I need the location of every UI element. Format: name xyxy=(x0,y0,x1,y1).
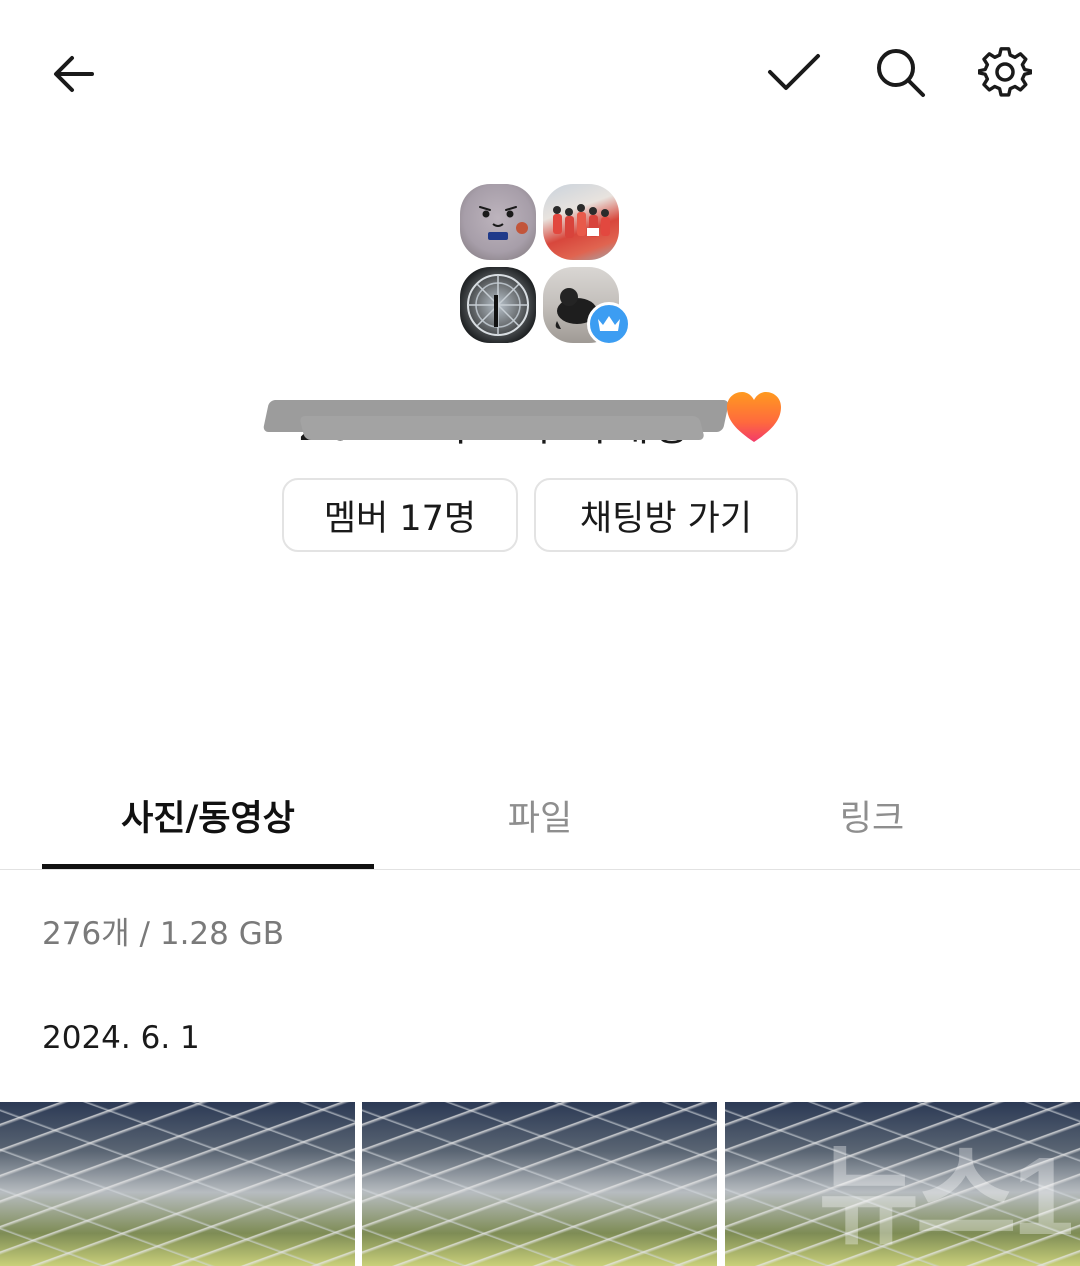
top-app-bar xyxy=(0,0,1080,150)
members-button[interactable]: 멤버 17명 xyxy=(282,478,518,552)
gear-icon xyxy=(978,47,1032,97)
go-to-chat-button[interactable]: 채팅방 가기 xyxy=(534,478,798,552)
active-tab-indicator xyxy=(42,864,374,869)
tab-photos-videos[interactable]: 사진/동영상 xyxy=(42,760,374,870)
search-icon xyxy=(877,49,925,97)
crown-icon xyxy=(598,316,620,331)
search-button[interactable] xyxy=(864,36,936,108)
arrow-left-icon xyxy=(54,56,94,92)
storage-summary: 276개 / 1.28 GB xyxy=(42,916,285,952)
back-button[interactable] xyxy=(38,38,110,110)
room-title: 2024 아그의 나래방 xyxy=(262,388,802,452)
tab-files[interactable]: 파일 xyxy=(374,760,706,870)
owner-badge xyxy=(587,302,631,346)
photo-thumbnail[interactable] xyxy=(362,1102,717,1266)
settings-button[interactable] xyxy=(969,36,1041,108)
room-avatar-grid xyxy=(460,184,631,346)
select-button[interactable] xyxy=(758,36,830,108)
photo-thumbnail[interactable]: 뉴스1 xyxy=(725,1102,1080,1266)
redaction-mark xyxy=(299,416,705,440)
watermark-logo: 뉴스1 xyxy=(818,1135,1074,1258)
check-icon xyxy=(768,54,820,90)
orange-heart-icon xyxy=(727,392,781,442)
media-tabs: 사진/동영상 파일 링크 xyxy=(0,760,1080,870)
member-avatar xyxy=(460,267,536,343)
member-avatar xyxy=(460,184,536,260)
member-avatar xyxy=(543,184,619,260)
tab-links[interactable]: 링크 xyxy=(706,760,1038,870)
photo-thumbnail[interactable] xyxy=(0,1102,355,1266)
date-header: 2024. 6. 1 xyxy=(42,1020,200,1056)
